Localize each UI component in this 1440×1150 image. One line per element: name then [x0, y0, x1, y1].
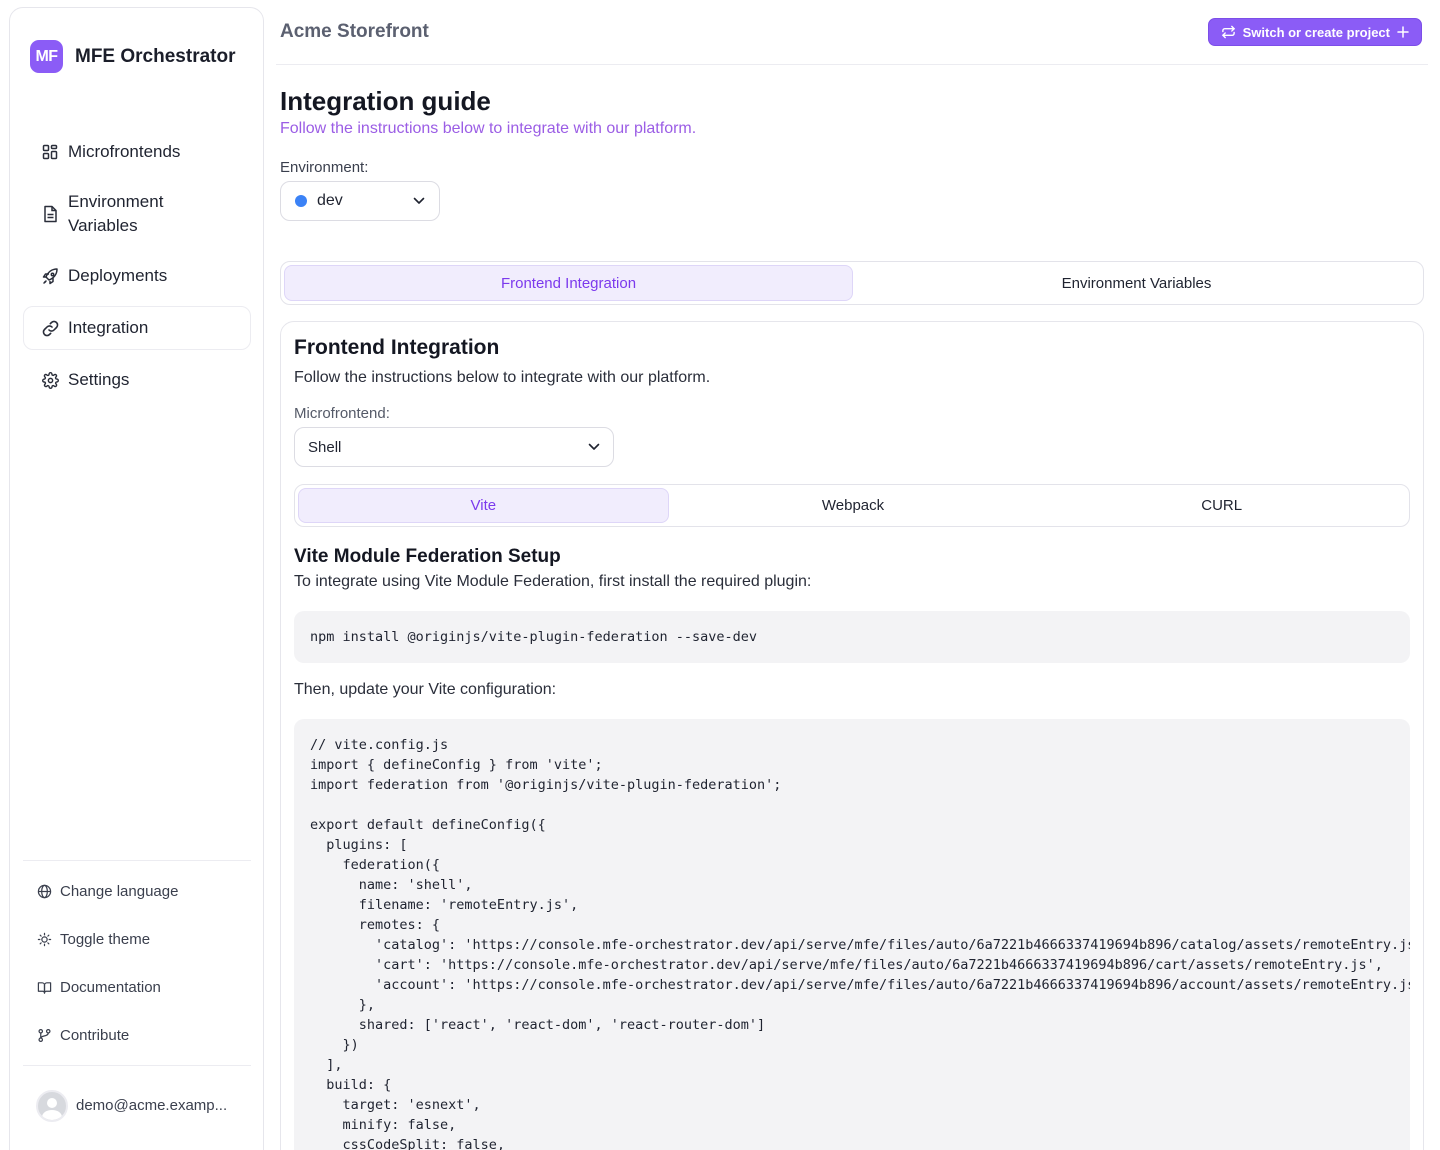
chevron-down-icon — [413, 197, 425, 205]
app-logo: MF — [30, 40, 63, 73]
avatar — [36, 1089, 68, 1122]
sidebar-item-label: Deployments — [68, 266, 168, 285]
page-subtitle: Follow the instructions below to integra… — [280, 120, 697, 137]
git-branch-icon — [36, 1027, 52, 1043]
change-language-button[interactable]: Change language — [23, 867, 251, 915]
tab-curl[interactable]: CURL — [1037, 488, 1406, 523]
config-code: // vite.config.js import { defineConfig … — [310, 737, 1410, 1150]
card-subtitle: Follow the instructions below to integra… — [294, 369, 711, 386]
tool-tabs: Vite Webpack CURL — [294, 484, 1410, 527]
setup-subtitle: To integrate using Vite Module Federatio… — [294, 573, 812, 590]
microfrontend-select[interactable]: Shell — [294, 427, 614, 467]
setup-title: Vite Module Federation Setup — [294, 546, 561, 567]
gear-icon — [41, 371, 59, 389]
user-email: demo@acme.examp... — [76, 1097, 228, 1114]
card-title: Frontend Integration — [294, 336, 500, 359]
footer-item-label: Contribute — [60, 1026, 130, 1044]
sidebar-item-microfrontends[interactable]: Microfrontends — [23, 130, 251, 174]
footer-item-label: Documentation — [60, 978, 161, 996]
tab-frontend-integration[interactable]: Frontend Integration — [284, 265, 853, 301]
link-icon — [41, 319, 59, 337]
footer-item-label: Toggle theme — [60, 930, 151, 948]
sun-icon — [36, 931, 52, 947]
brand[interactable]: MF MFE Orchestrator — [30, 40, 235, 73]
tab-environment-variables[interactable]: Environment Variables — [853, 265, 1420, 301]
sidebar-item-label: Settings — [68, 370, 130, 389]
switch-project-button[interactable]: Switch or create project — [1207, 18, 1422, 46]
contribute-link[interactable]: Contribute — [23, 1011, 251, 1059]
page-title: Integration guide — [280, 86, 491, 116]
environment-select[interactable]: dev — [280, 181, 440, 221]
then-text: Then, update your Vite configuration: — [294, 681, 557, 698]
book-icon — [36, 979, 52, 995]
microfrontend-value: Shell — [308, 438, 342, 456]
plus-icon — [1397, 26, 1409, 38]
sidebar-nav: Microfrontends Environment Variables Dep… — [23, 130, 251, 410]
globe-icon — [36, 883, 52, 899]
sidebar-item-environment-variables[interactable]: Environment Variables — [23, 182, 251, 246]
footer-item-label: Change language — [60, 882, 179, 900]
top-header: Acme Storefront Switch or create project — [276, 0, 1428, 65]
sidebar-item-label: Microfrontends — [68, 142, 181, 161]
microfrontend-label: Microfrontend: — [294, 405, 390, 422]
documentation-link[interactable]: Documentation — [23, 963, 251, 1011]
frontend-integration-card: Frontend Integration Follow the instruct… — [280, 321, 1424, 1150]
file-text-icon — [41, 205, 59, 223]
toggle-theme-button[interactable]: Toggle theme — [23, 915, 251, 963]
project-name: Acme Storefront — [280, 21, 429, 42]
sidebar-item-deployments[interactable]: Deployments — [23, 254, 251, 298]
vite-config-code-block[interactable]: // vite.config.js import { defineConfig … — [294, 719, 1410, 1150]
environment-status-dot — [295, 195, 307, 207]
environment-value: dev — [317, 192, 343, 209]
chevron-down-icon — [588, 443, 600, 451]
sidebar-item-integration[interactable]: Integration — [23, 306, 251, 350]
tab-webpack[interactable]: Webpack — [669, 488, 1038, 523]
sidebar-item-label: Integration — [68, 318, 149, 337]
app-name: MFE Orchestrator — [75, 45, 236, 67]
grid-icon — [41, 143, 59, 161]
rocket-icon — [41, 267, 59, 285]
environment-label: Environment: — [280, 159, 369, 176]
user-menu[interactable]: demo@acme.examp... — [23, 1065, 251, 1145]
tab-vite[interactable]: Vite — [298, 488, 669, 523]
switch-project-label: Switch or create project — [1242, 24, 1390, 40]
install-command-block[interactable]: npm install @originjs/vite-plugin-federa… — [294, 611, 1410, 663]
sidebar-item-label: Environment Variables — [68, 192, 164, 235]
sidebar-item-settings[interactable]: Settings — [23, 358, 251, 402]
sidebar: MF MFE Orchestrator Microfrontends Envir… — [9, 7, 264, 1150]
switch-icon — [1221, 25, 1236, 39]
integration-tabs: Frontend Integration Environment Variabl… — [280, 261, 1424, 305]
sidebar-footer: Change language Toggle theme Documentati… — [23, 860, 251, 1059]
